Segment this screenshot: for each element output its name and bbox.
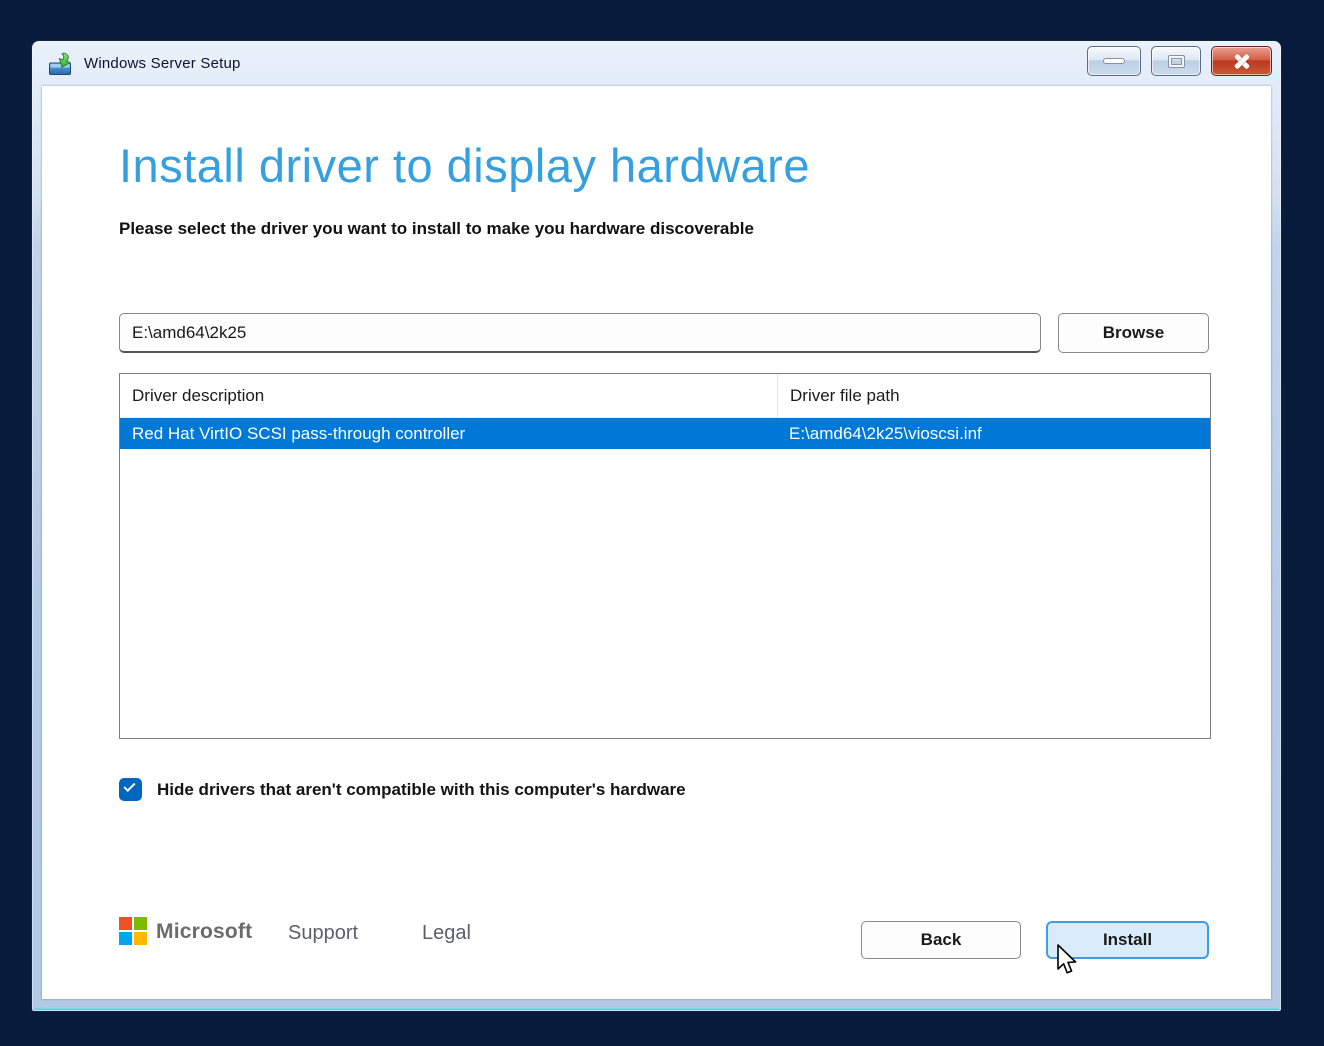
driver-path-input[interactable] xyxy=(119,313,1041,353)
mouse-cursor xyxy=(1055,944,1081,978)
column-header-file-path[interactable]: Driver file path xyxy=(777,374,1210,417)
legal-link[interactable]: Legal xyxy=(422,922,471,945)
driver-list-header: Driver description Driver file path xyxy=(120,374,1210,418)
browse-button[interactable]: Browse xyxy=(1058,313,1209,353)
support-link[interactable]: Support xyxy=(288,922,358,945)
install-button-label: Install xyxy=(1103,930,1152,950)
driver-description-cell: Red Hat VirtIO SCSI pass-through control… xyxy=(120,418,777,449)
maximize-icon xyxy=(1168,55,1185,68)
window-controls xyxy=(1087,46,1272,76)
driver-list: Driver description Driver file path Red … xyxy=(119,373,1211,739)
microsoft-logo-icon xyxy=(119,917,148,946)
hide-incompatible-label[interactable]: Hide drivers that aren't compatible with… xyxy=(157,780,686,800)
column-header-description[interactable]: Driver description xyxy=(120,374,777,417)
checkmark-icon xyxy=(123,780,135,792)
hide-incompatible-option: Hide drivers that aren't compatible with… xyxy=(119,778,686,801)
minimize-icon xyxy=(1103,58,1125,64)
client-area: Install driver to display hardware Pleas… xyxy=(42,86,1271,999)
desktop: { "window": { "title": "Windows Server S… xyxy=(0,0,1324,1046)
microsoft-wordmark: Microsoft xyxy=(156,920,252,944)
logo-square-red xyxy=(119,917,132,930)
installer-icon xyxy=(48,52,74,76)
driver-row[interactable]: Red Hat VirtIO SCSI pass-through control… xyxy=(120,418,1210,449)
back-button[interactable]: Back xyxy=(861,921,1021,959)
close-button[interactable] xyxy=(1211,46,1272,76)
logo-square-green xyxy=(134,917,147,930)
close-icon xyxy=(1232,51,1252,71)
minimize-button[interactable] xyxy=(1087,46,1141,76)
back-button-label: Back xyxy=(921,930,962,950)
logo-square-yellow xyxy=(134,932,147,945)
page-subtitle: Please select the driver you want to ins… xyxy=(119,219,754,239)
logo-square-blue xyxy=(119,932,132,945)
hide-incompatible-checkbox[interactable] xyxy=(119,778,142,801)
window-title: Windows Server Setup xyxy=(84,55,241,72)
setup-window: Windows Server Setup Install driver to d… xyxy=(31,40,1282,1012)
maximize-button[interactable] xyxy=(1151,46,1201,76)
page-title: Install driver to display hardware xyxy=(119,138,810,193)
browse-button-label: Browse xyxy=(1103,323,1164,343)
driver-file-path-cell: E:\amd64\2k25\vioscsi.inf xyxy=(777,418,1210,449)
titlebar[interactable]: Windows Server Setup xyxy=(32,41,1281,86)
